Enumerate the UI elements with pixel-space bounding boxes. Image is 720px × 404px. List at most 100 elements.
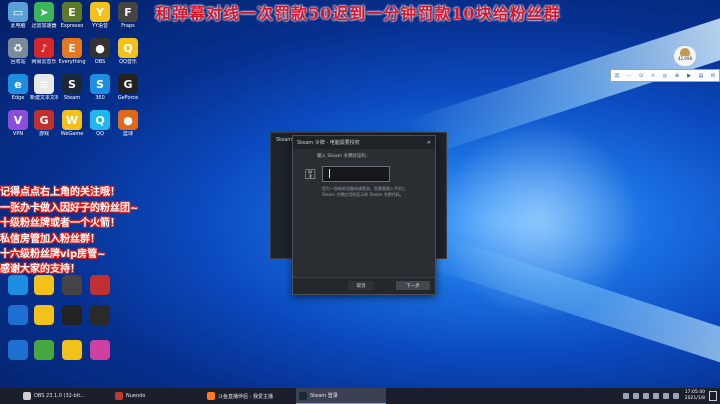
system-tray: 17:05:40 2021/1/8 — [621, 388, 720, 404]
toolbar-icon[interactable]: ▤ — [695, 73, 707, 79]
desktop-icon[interactable] — [30, 340, 58, 360]
desktop-icon[interactable] — [30, 275, 58, 295]
app-icon — [62, 305, 82, 325]
promo-line: 感谢大家的支持！ — [0, 264, 80, 275]
steam-guard-code-input[interactable] — [322, 166, 390, 182]
taskbar-item[interactable]: 斗鱼直播伴侣 - 我爱主播 — [204, 388, 294, 404]
taskbar-app-icon — [115, 392, 123, 400]
desktop-icon[interactable]: Y YY语音 — [86, 2, 114, 29]
tray-icon[interactable] — [642, 393, 649, 399]
toolbar-icon[interactable]: ◎ — [659, 73, 671, 79]
desktop-icon-label: 迅雷加速器 — [31, 23, 57, 29]
dialog-titlebar[interactable]: Steam 令牌 - 电脑需要授权 ✕ — [293, 136, 435, 149]
desktop-icon-label: GeForce — [117, 95, 139, 101]
desktop-icon[interactable] — [58, 305, 86, 325]
promo-line: 记得点点右上角的关注哦！ — [0, 187, 120, 198]
app-icon — [34, 305, 54, 325]
qq-floating-widget[interactable]: 42,698 — [674, 46, 696, 66]
toolbar-icon[interactable]: ⊙ — [635, 73, 647, 79]
desktop-icon[interactable]: G 游戏 — [30, 110, 58, 137]
desktop-icon-label: Everything — [58, 59, 86, 65]
desktop-icon[interactable]: e Edge — [4, 74, 32, 101]
network-icon[interactable] — [672, 393, 679, 399]
desktop-icon[interactable]: ♻ 回收站 — [4, 38, 32, 65]
app-icon: W — [62, 110, 82, 130]
app-icon — [62, 275, 82, 295]
wallpaper-glow — [440, 120, 640, 320]
app-icon: e — [8, 74, 28, 94]
desktop-icon[interactable] — [86, 305, 114, 325]
app-icon: ● — [118, 110, 138, 130]
desktop-icon-label: Expresso — [60, 23, 84, 29]
dialog-description: 您为一部新的设备申请登录。您需要输入手机上 Steam 令牌应用所显示的 Ste… — [322, 186, 406, 197]
desktop-icon[interactable]: ● 篮球 — [114, 110, 142, 137]
app-icon: Q — [90, 110, 110, 130]
close-icon[interactable]: ✕ — [427, 140, 431, 146]
taskbar-item-label: 斗鱼直播伴侣 - 我爱主播 — [218, 393, 273, 400]
app-icon: Q — [118, 38, 138, 58]
desktop-icon[interactable]: ➤ 迅雷加速器 — [30, 2, 58, 29]
toolbar-icon[interactable]: ▶ — [683, 73, 695, 79]
cancel-button[interactable]: 取消 — [348, 281, 374, 290]
volume-icon[interactable] — [662, 393, 669, 399]
stream-banner: 和弹幕对线一次罚款50迟到一分钟罚款10块给粉丝群 — [155, 4, 561, 23]
desktop-icon[interactable]: E Everything — [58, 38, 86, 65]
start-button[interactable] — [0, 388, 18, 404]
promo-line: 十六级粉丝牌vip房管~ — [0, 249, 106, 260]
tray-icon[interactable] — [632, 393, 639, 399]
desktop-icon[interactable]: ≡ 新建文本文档 — [30, 74, 58, 101]
desktop-icon[interactable]: S Steam — [58, 74, 86, 101]
app-icon: S — [62, 74, 82, 94]
desktop-icon[interactable] — [4, 275, 32, 295]
desktop-icon[interactable]: ● OBS — [86, 38, 114, 65]
promo-line: 一张办卡做入因好子的粉丝团~ — [0, 203, 139, 214]
app-icon: Y — [90, 2, 110, 22]
toolbar-icon[interactable]: ✉ — [707, 73, 719, 79]
next-button[interactable]: 下一步 — [396, 281, 430, 290]
toolbar-icon[interactable]: ☼ — [647, 73, 659, 79]
desktop-icon-label: YY语音 — [91, 23, 109, 29]
desktop-icon-label: VPN — [12, 131, 24, 137]
taskbar-item[interactable]: OBS 23.1.0 (32-bit... — [20, 388, 110, 404]
tray-icon[interactable] — [652, 393, 659, 399]
desktop-icon[interactable] — [86, 340, 114, 360]
app-icon: E — [62, 2, 82, 22]
toolbar-icon[interactable]: 云 — [611, 72, 623, 79]
desktop-icon[interactable]: F Fraps — [114, 2, 142, 29]
desktop-icon[interactable] — [30, 305, 58, 325]
desktop-icon[interactable]: V VPN — [4, 110, 32, 137]
desktop-icon[interactable] — [58, 340, 86, 360]
app-icon: G — [118, 74, 138, 94]
desktop-icon[interactable]: Q QQ音乐 — [114, 38, 142, 65]
desktop-icon[interactable]: E Expresso — [58, 2, 86, 29]
desktop-icon[interactable] — [58, 275, 86, 295]
desktop-icon[interactable]: W WeGame — [58, 110, 86, 137]
taskbar-item[interactable]: Nuendo — [112, 388, 202, 404]
tray-icon[interactable] — [622, 393, 629, 399]
desktop-icon-label: Fraps — [121, 23, 135, 29]
desktop-icon-label: 此电脑 — [10, 23, 26, 29]
clock-date: 2021/1/8 — [684, 396, 705, 401]
desktop-icon[interactable]: S 360 — [86, 74, 114, 101]
clock[interactable]: 17:05:40 2021/1/8 — [685, 390, 705, 402]
dialog-footer: 取消 下一步 — [293, 277, 435, 294]
desktop-icon-label: 网易云音乐 — [31, 59, 57, 65]
toolbar-icon[interactable]: ⋯ — [623, 73, 635, 79]
app-icon: G — [34, 110, 54, 130]
taskbar: OBS 23.1.0 (32-bit... Nuendo 斗鱼直播伴侣 - 我爱主播… — [0, 388, 720, 404]
desktop-icon[interactable] — [4, 305, 32, 325]
taskbar-item[interactable]: Steam 登录 — [296, 388, 386, 404]
desktop-icon[interactable]: ♪ 网易云音乐 — [30, 38, 58, 65]
key-icon: ⚿ — [305, 167, 316, 183]
notification-icon[interactable] — [709, 391, 717, 401]
toolbar-icon[interactable]: ⊕ — [671, 73, 683, 79]
desktop-icon[interactable]: ▭ 此电脑 — [4, 2, 32, 29]
desktop-icon-label: QQ音乐 — [119, 59, 137, 65]
avatar — [680, 48, 690, 56]
desktop-icon[interactable] — [4, 340, 32, 360]
app-icon: F — [118, 2, 138, 22]
desktop-icon[interactable] — [86, 275, 114, 295]
desktop-icon[interactable]: G GeForce — [114, 74, 142, 101]
desktop-icon[interactable]: Q QQ — [86, 110, 114, 137]
desktop-icon-label: 新建文本文档 — [30, 95, 58, 101]
